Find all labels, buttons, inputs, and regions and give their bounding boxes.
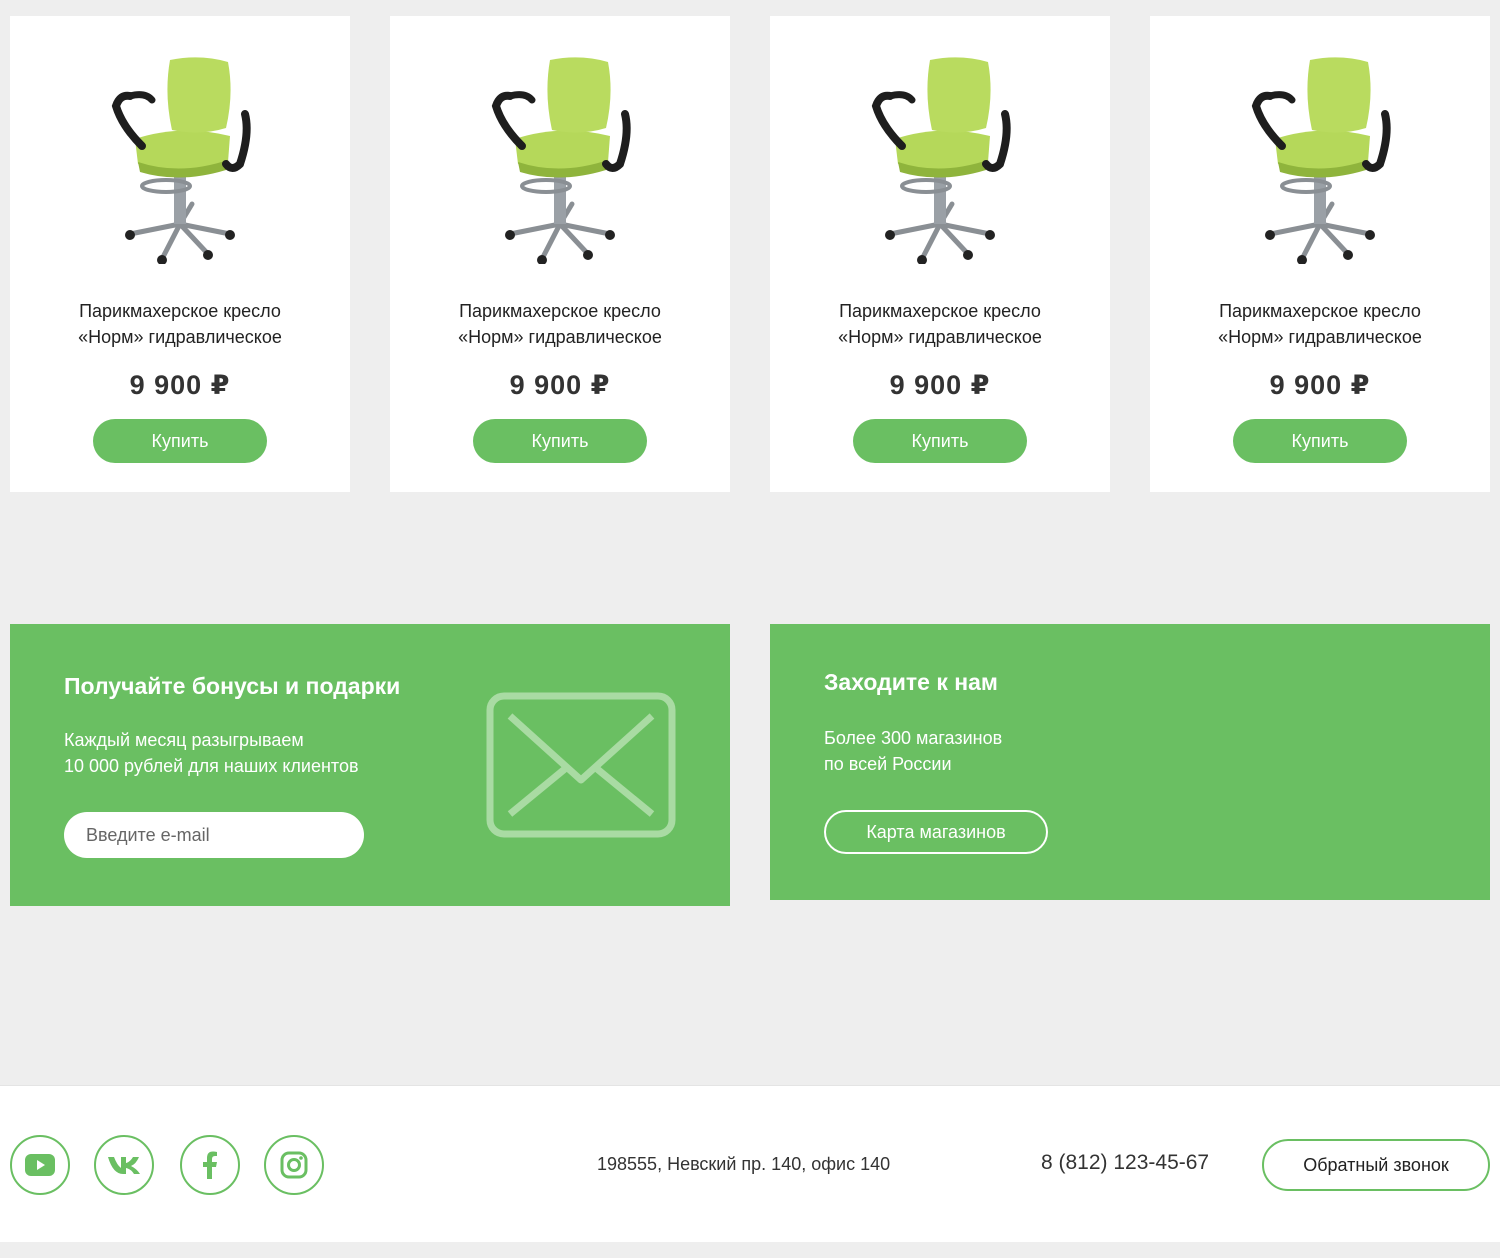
footer-address: 198555, Невский пр. 140, офис 140 [597,1154,891,1174]
product-image[interactable] [480,54,640,264]
bonus-promo-block: Получайте бонусы и подарки Каждый месяц … [10,624,730,906]
product-image[interactable] [100,54,260,264]
buy-button[interactable]: Купить [93,419,267,463]
email-input[interactable] [64,812,364,858]
product-title[interactable]: Парикмахерское кресло «Норм» гидравличес… [1200,298,1440,350]
bonus-promo-title: Получайте бонусы и подарки [64,673,401,699]
facebook-icon[interactable] [180,1135,240,1195]
product-price: 9 900 ₽ [129,370,231,400]
footer: 198555, Невский пр. 140, офис 140 8 (812… [0,1085,1500,1242]
buy-button[interactable]: Купить [853,419,1027,463]
buy-button[interactable]: Купить [1233,419,1407,463]
product-price: 9 900 ₽ [1269,370,1371,400]
buy-button[interactable]: Купить [473,419,647,463]
product-price: 9 900 ₽ [509,370,611,400]
product-image[interactable] [860,54,1020,264]
product-title[interactable]: Парикмахерское кресло «Норм» гидравличес… [820,298,1060,350]
product-title[interactable]: Парикмахерское кресло «Норм» гидравличес… [440,298,680,350]
footer-phone[interactable]: 8 (812) 123-45-67 [1041,1151,1209,1175]
product-title[interactable]: Парикмахерское кресло «Норм» гидравличес… [60,298,300,350]
youtube-icon[interactable] [10,1135,70,1195]
stores-promo-title: Заходите к нам [824,669,998,695]
bonus-promo-text: Каждый месяц разыгрываем 10 000 рублей д… [64,730,359,776]
instagram-icon[interactable] [264,1135,324,1195]
callback-button[interactable]: Обратный звонок [1262,1139,1490,1191]
store-map-button[interactable]: Карта магазинов [824,810,1048,854]
product-price: 9 900 ₽ [889,370,991,400]
product-card: Парикмахерское кресло «Норм» гидравличес… [1150,16,1490,492]
vk-icon[interactable] [94,1135,154,1195]
product-card: Парикмахерское кресло «Норм» гидравличес… [10,16,350,492]
stores-promo-text: Более 300 магазинов по всей России [824,728,1003,774]
stores-promo-block: Заходите к нам Более 300 магазинов по вс… [770,624,1490,900]
product-card: Парикмахерское кресло «Норм» гидравличес… [390,16,730,492]
product-card: Парикмахерское кресло «Норм» гидравличес… [770,16,1110,492]
envelope-icon [486,692,676,838]
product-image[interactable] [1240,54,1400,264]
product-list: Парикмахерское кресло «Норм» гидравличес… [10,16,1490,492]
